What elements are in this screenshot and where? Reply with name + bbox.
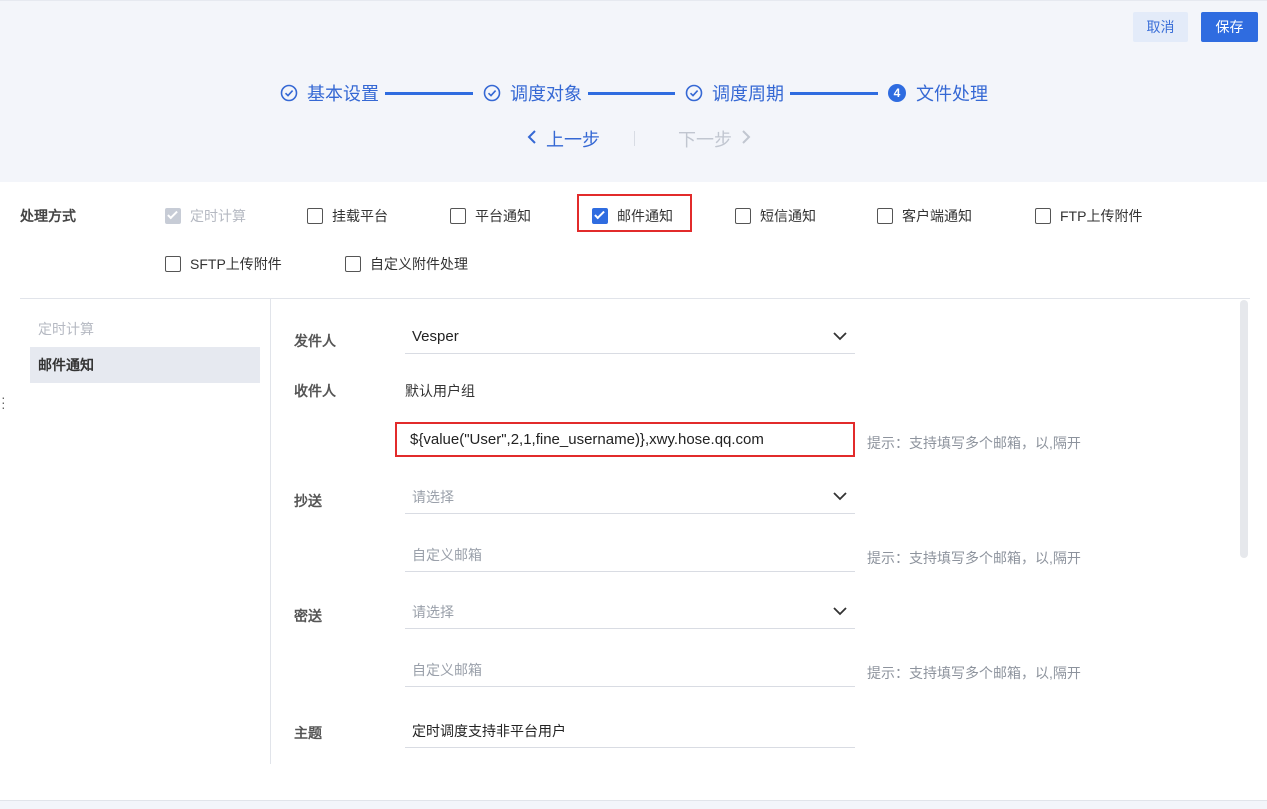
sender-label: 发件人 bbox=[294, 333, 336, 349]
option-label: SFTP上传附件 bbox=[190, 256, 282, 272]
cc-hint: 提示：支持填写多个邮箱，以,隔开 bbox=[867, 550, 1081, 566]
option-platform-notice[interactable]: 平台通知 bbox=[450, 206, 531, 226]
step-schedule-cycle[interactable]: 调度周期 bbox=[685, 80, 784, 106]
chevron-down-icon bbox=[831, 327, 849, 345]
step-label: 基本设置 bbox=[307, 84, 379, 104]
subnav-item-email-notice[interactable]: 邮件通知 bbox=[30, 347, 260, 383]
option-ftp-upload[interactable]: FTP上传附件 bbox=[1035, 206, 1142, 226]
option-timed-calc: 定时计算 bbox=[165, 206, 246, 226]
vertical-divider bbox=[270, 299, 271, 764]
option-label: 客户端通知 bbox=[902, 208, 972, 224]
option-sms-notice[interactable]: 短信通知 bbox=[735, 206, 816, 226]
checkbox[interactable] bbox=[735, 208, 751, 224]
step-file-processing[interactable]: 4 文件处理 bbox=[888, 80, 988, 106]
option-label: 平台通知 bbox=[475, 208, 531, 224]
chevron-down-icon bbox=[831, 487, 849, 505]
bcc-custom-email-placeholder: 自定义邮箱 bbox=[412, 661, 482, 678]
subject-label: 主题 bbox=[294, 725, 322, 741]
option-label: FTP上传附件 bbox=[1060, 208, 1143, 224]
step-label: 调度对象 bbox=[510, 84, 582, 104]
option-label: 邮件通知 bbox=[617, 208, 673, 224]
chevron-left-icon bbox=[526, 129, 538, 150]
scrollbar[interactable] bbox=[1240, 300, 1248, 558]
step-label: 文件处理 bbox=[916, 84, 988, 104]
checkbox-checked[interactable] bbox=[592, 208, 608, 224]
subnav-item-timed-calc: 定时计算 bbox=[38, 321, 94, 337]
checkbox[interactable] bbox=[450, 208, 466, 224]
checkbox[interactable] bbox=[1035, 208, 1051, 224]
checkbox[interactable] bbox=[165, 256, 181, 272]
checkbox[interactable] bbox=[345, 256, 361, 272]
recipient-group: 默认用户组 bbox=[405, 383, 475, 399]
option-email-notice[interactable]: 邮件通知 bbox=[592, 206, 673, 226]
footer-strip bbox=[0, 800, 1267, 809]
cancel-button[interactable]: 取消 bbox=[1133, 12, 1188, 42]
next-step-button[interactable]: 下一步 bbox=[678, 127, 760, 151]
option-custom-attachment[interactable]: 自定义附件处理 bbox=[345, 254, 468, 274]
step-number-badge: 4 bbox=[888, 84, 906, 102]
bcc-select[interactable]: 请选择 bbox=[405, 595, 855, 629]
cc-custom-email-input[interactable]: 自定义邮箱 bbox=[405, 538, 855, 572]
recipient-label: 收件人 bbox=[294, 383, 336, 399]
schedule-task-page: 取消 保存 基本设置 调度对象 调度周期 4 文件处理 上一步 下一步 处理方式… bbox=[0, 0, 1267, 809]
next-step-label: 下一步 bbox=[678, 130, 732, 150]
option-label: 定时计算 bbox=[190, 208, 246, 224]
cc-select-placeholder: 请选择 bbox=[412, 488, 454, 505]
step-basic-settings[interactable]: 基本设置 bbox=[280, 80, 379, 106]
divider bbox=[20, 298, 1250, 299]
recipient-custom-input[interactable]: ${value("User",2,1,fine_username)},xwy.h… bbox=[395, 422, 855, 457]
chevron-right-icon bbox=[740, 129, 752, 150]
save-button[interactable]: 保存 bbox=[1201, 12, 1258, 42]
wizard-header: 取消 保存 基本设置 调度对象 调度周期 4 文件处理 上一步 下一步 bbox=[0, 0, 1267, 182]
check-circle-icon bbox=[685, 84, 703, 102]
option-label: 自定义附件处理 bbox=[370, 256, 468, 272]
bcc-label: 密送 bbox=[294, 608, 322, 624]
option-label: 挂载平台 bbox=[332, 208, 388, 224]
more-vertical-icon[interactable]: · · · bbox=[1, 390, 6, 414]
option-mount-platform[interactable]: 挂载平台 bbox=[307, 206, 388, 226]
check-circle-icon bbox=[280, 84, 298, 102]
step-indicator: 基本设置 调度对象 调度周期 4 文件处理 bbox=[280, 79, 988, 107]
step-connector bbox=[790, 91, 878, 95]
bcc-custom-email-input[interactable]: 自定义邮箱 bbox=[405, 653, 855, 687]
nav-divider bbox=[634, 131, 635, 146]
sender-select[interactable]: Vesper bbox=[405, 320, 855, 354]
option-sftp-upload[interactable]: SFTP上传附件 bbox=[165, 254, 282, 274]
chevron-down-icon bbox=[831, 602, 849, 620]
cc-select[interactable]: 请选择 bbox=[405, 480, 855, 514]
sender-value: Vesper bbox=[412, 328, 459, 345]
step-connector bbox=[588, 91, 675, 95]
option-client-notice[interactable]: 客户端通知 bbox=[877, 206, 972, 226]
check-circle-icon bbox=[483, 84, 501, 102]
method-label: 处理方式 bbox=[20, 208, 76, 224]
checkbox[interactable] bbox=[307, 208, 323, 224]
bcc-hint: 提示：支持填写多个邮箱，以,隔开 bbox=[867, 665, 1081, 681]
prev-step-button[interactable]: 上一步 bbox=[518, 127, 600, 151]
checkbox[interactable] bbox=[877, 208, 893, 224]
recipient-hint: 提示：支持填写多个邮箱，以,隔开 bbox=[867, 435, 1081, 451]
prev-step-label: 上一步 bbox=[546, 130, 600, 150]
cc-custom-email-placeholder: 自定义邮箱 bbox=[412, 546, 482, 563]
cc-label: 抄送 bbox=[294, 493, 322, 509]
bcc-select-placeholder: 请选择 bbox=[412, 603, 454, 620]
checkbox-checked-disabled bbox=[165, 208, 181, 224]
option-label: 短信通知 bbox=[760, 208, 816, 224]
step-label: 调度周期 bbox=[712, 84, 784, 104]
subject-value: 定时调度支持非平台用户 bbox=[412, 722, 566, 739]
step-connector bbox=[385, 91, 473, 95]
subject-input[interactable]: 定时调度支持非平台用户 bbox=[405, 714, 855, 748]
step-schedule-object[interactable]: 调度对象 bbox=[483, 80, 582, 106]
